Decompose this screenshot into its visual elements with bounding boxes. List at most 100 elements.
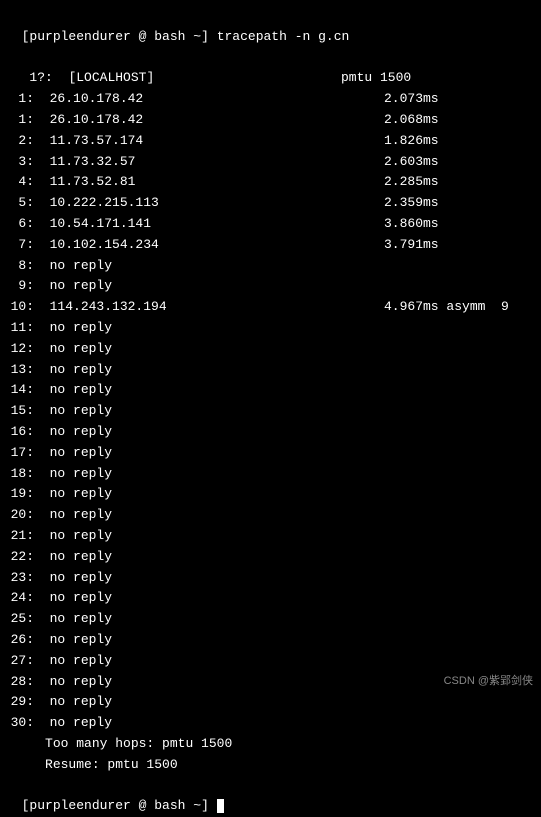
hops-list: 1: 26.10.178.422.073ms1: 26.10.178.422.0…: [6, 89, 535, 734]
hop-number: 24:: [6, 588, 34, 609]
hop-number: 23:: [6, 568, 34, 589]
final-prompt-line[interactable]: [purpleendurer @ bash ~]: [6, 775, 535, 817]
hop-row: 1: 26.10.178.422.073ms: [6, 89, 535, 110]
hop-number: 6:: [6, 214, 34, 235]
hop-number: 14:: [6, 380, 34, 401]
hop-number: 21:: [6, 526, 34, 547]
hop-row: 1: 26.10.178.422.068ms: [6, 110, 535, 131]
hop-number: 1:: [6, 110, 34, 131]
hop-host: no reply: [50, 424, 112, 439]
hop-row: 21: no reply: [6, 526, 535, 547]
hop-host: no reply: [50, 362, 112, 377]
prompt-path: ~: [193, 29, 201, 44]
hop-number: 30:: [6, 713, 34, 734]
hop-row: 12: no reply: [6, 339, 535, 360]
hop-host: no reply: [50, 694, 112, 709]
hop-number: 8:: [6, 256, 34, 277]
hop-host: no reply: [50, 320, 112, 335]
hop-number: 5:: [6, 193, 34, 214]
hop-time: 3.860ms: [384, 214, 439, 235]
hop-row: 5: 10.222.215.113 2.359ms: [6, 193, 535, 214]
hop-row: 6: 10.54.171.141 3.860ms: [6, 214, 535, 235]
hop-host: no reply: [50, 278, 112, 293]
prompt-path: ~: [193, 798, 201, 813]
hop-time: 1.826ms: [384, 131, 439, 152]
hop-time: 3.791ms: [384, 235, 439, 256]
prompt-sep: @: [131, 798, 154, 813]
hop-host: no reply: [50, 674, 112, 689]
first-hop-info: pmtu 1500: [341, 68, 411, 89]
hop-host: no reply: [50, 653, 112, 668]
hop-host: 11.73.57.174: [50, 133, 144, 148]
hop-number: 15:: [6, 401, 34, 422]
hop-row: 23: no reply: [6, 568, 535, 589]
hop-number: 28:: [6, 672, 34, 693]
hop-host: 10.222.215.113: [50, 195, 159, 210]
hop-number: 29:: [6, 692, 34, 713]
hop-row: 27: no reply: [6, 651, 535, 672]
hop-host: no reply: [50, 528, 112, 543]
hop-host: 10.54.171.141: [50, 216, 151, 231]
hop-host: 11.73.32.57: [50, 154, 136, 169]
hop-number: 11:: [6, 318, 34, 339]
hop-time: 2.359ms: [384, 193, 439, 214]
hop-host: 114.243.132.194: [50, 299, 167, 314]
prompt-close: ]: [201, 798, 217, 813]
hop-row: 26: no reply: [6, 630, 535, 651]
prompt-close: ]: [201, 29, 217, 44]
hop-number: 17:: [6, 443, 34, 464]
hop-number: 19:: [6, 484, 34, 505]
hop-time: 2.073ms: [384, 89, 439, 110]
prompt-user: purpleendurer: [29, 798, 130, 813]
hop-host: 26.10.178.42: [50, 112, 144, 127]
hop-row: 2: 11.73.57.174 1.826ms: [6, 131, 535, 152]
hop-host: no reply: [50, 632, 112, 647]
hop-host: no reply: [50, 403, 112, 418]
prompt-user: purpleendurer: [29, 29, 130, 44]
hop-number: 2:: [6, 131, 34, 152]
hop-host: 11.73.52.81: [50, 174, 136, 189]
hop-row: 4: 11.73.52.812.285ms: [6, 172, 535, 193]
hop-row: 13: no reply: [6, 360, 535, 381]
hop-host: no reply: [50, 611, 112, 626]
hop-number: 20:: [6, 505, 34, 526]
hop-host: no reply: [50, 445, 112, 460]
prompt-sep: @: [131, 29, 154, 44]
hop-host: no reply: [50, 258, 112, 273]
cursor: [217, 799, 224, 813]
hop-row: 15: no reply: [6, 401, 535, 422]
hop-row: 22: no reply: [6, 547, 535, 568]
hop-row: 10: 114.243.132.194 4.967ms asymm 9: [6, 297, 535, 318]
hop-row: 8: no reply: [6, 256, 535, 277]
hop-row: 29: no reply: [6, 692, 535, 713]
hop-row: 9: no reply: [6, 276, 535, 297]
hop-time: 2.603ms: [384, 152, 439, 173]
hop-host: no reply: [50, 466, 112, 481]
hop-row: 7: 10.102.154.2343.791ms: [6, 235, 535, 256]
prompt-shell: bash: [154, 29, 185, 44]
hop-number: 27:: [6, 651, 34, 672]
command-text: tracepath -n g.cn: [217, 29, 350, 44]
hop-number: 3:: [6, 152, 34, 173]
command-prompt-line: [purpleendurer @ bash ~] tracepath -n g.…: [6, 6, 535, 48]
hop-number: 1:: [6, 89, 34, 110]
hop-time: 4.967ms asymm 9: [384, 297, 509, 318]
hop-number: 25:: [6, 609, 34, 630]
hop-number: 10:: [6, 297, 34, 318]
hop-host: no reply: [50, 486, 112, 501]
hop-row: 11: no reply: [6, 318, 535, 339]
footer-line-2: Resume: pmtu 1500: [6, 755, 535, 776]
hop-host: no reply: [50, 549, 112, 564]
hop-row: 25: no reply: [6, 609, 535, 630]
hop-host: no reply: [50, 382, 112, 397]
hop-row: 19: no reply: [6, 484, 535, 505]
hop-number: 26:: [6, 630, 34, 651]
hop-row: 17: no reply: [6, 443, 535, 464]
hop-number: 4:: [6, 172, 34, 193]
hop-host: 10.102.154.234: [50, 237, 159, 252]
hop-number: 16:: [6, 422, 34, 443]
prompt-open: [: [22, 798, 30, 813]
hop-number: 22:: [6, 547, 34, 568]
prompt-shell: bash: [154, 798, 185, 813]
hop-row: 3: 11.73.32.57 2.603ms: [6, 152, 535, 173]
